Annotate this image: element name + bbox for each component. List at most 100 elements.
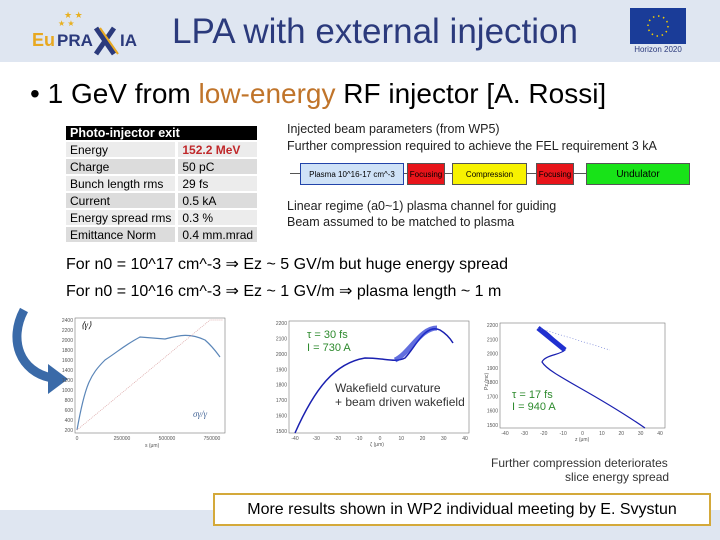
table-row: Current 0.5 kA — [66, 193, 258, 208]
row-value: 0.5 kA — [175, 193, 258, 208]
tick-label: -40 — [501, 431, 508, 437]
tick-label: 800 — [65, 398, 74, 404]
tick-label: 2200 — [487, 323, 498, 329]
tick-label: -30 — [521, 431, 528, 437]
svg-text:IA: IA — [120, 31, 137, 50]
tick-label: 1900 — [276, 367, 287, 373]
tick-label: 250000 — [114, 436, 131, 442]
row-label: Current — [66, 193, 176, 208]
note-line: Linear regime (a0~1) plasma channel for … — [287, 199, 557, 213]
row-label: Emittance Norm — [66, 227, 176, 242]
y2-axis-label: σγ/γ — [193, 409, 207, 419]
table-title: Photo-injector exit — [66, 126, 258, 140]
current-label: I = 940 A — [512, 401, 556, 413]
tick-label: 600 — [65, 408, 74, 414]
result-line: For n0 = 10^17 cm^-3 ⇒ Ez ~ 5 GV/m but h… — [66, 256, 508, 273]
tick-label: 500000 — [159, 436, 176, 442]
table-row: Energy spread rms 0.3 % — [66, 210, 258, 225]
tick-label: 2100 — [276, 336, 287, 342]
tick-label: 2000 — [487, 352, 498, 358]
row-label: Charge — [66, 159, 176, 174]
tick-label: 2000 — [62, 338, 73, 344]
horizon-label: Horizon 2020 — [634, 45, 682, 54]
tau-label: τ = 17 fs — [512, 389, 553, 401]
tick-label: 200 — [65, 428, 74, 434]
tick-label: 1600 — [276, 414, 287, 420]
focusing-box: Focusing — [536, 163, 574, 185]
tick-label: 40 — [462, 436, 468, 442]
bullet-text-end: RF injector [A. Rossi] — [335, 78, 607, 109]
svg-text:Eu: Eu — [32, 30, 55, 50]
tick-label: 1600 — [62, 358, 73, 364]
phase-space-plot-17fs: 22002100200019001800170016001500-40 -30 -2… — [484, 322, 666, 443]
bullet-mark: • — [30, 78, 40, 109]
result-line: For n0 = 10^16 cm^-3 ⇒ Ez ~ 1 GV/m ⇒ pla… — [66, 283, 502, 300]
row-value: 0.4 mm.mrad — [175, 227, 258, 242]
note-line: Beam assumed to be matched to plasma — [287, 215, 515, 229]
row-label: Energy — [66, 142, 176, 157]
injector-table: Photo-injector exit Energy 152.2 MeV Char… — [66, 124, 258, 244]
tick-label: 2200 — [62, 328, 73, 334]
tick-label: -20 — [540, 431, 547, 437]
row-value: 29 fs — [175, 176, 258, 191]
tick-label: 10 — [599, 431, 605, 437]
tick-label: 400 — [65, 418, 74, 424]
row-label: Energy spread rms — [66, 210, 176, 225]
row-value: 0.3 % — [175, 210, 258, 225]
x-axis-label: z (μm) — [575, 437, 590, 443]
tick-label: 1800 — [62, 348, 73, 354]
tick-label: 1900 — [487, 366, 498, 372]
tick-label: 10 — [398, 436, 404, 442]
row-value: 50 pC — [175, 159, 258, 174]
current-label: I = 730 A — [307, 342, 351, 354]
focusing-box: Focusing — [407, 163, 445, 185]
main-bullet: • 1 GeV from low-energy RF injector [A. … — [30, 78, 606, 110]
page-title: LPA with external injection — [172, 12, 578, 51]
tick-label: 2200 — [276, 321, 287, 327]
tau-label: τ = 30 fs — [307, 329, 348, 341]
table-row: Bunch length rms 29 fs — [66, 176, 258, 191]
bullet-text: 1 GeV from — [47, 78, 199, 109]
tick-label: 20 — [618, 431, 624, 437]
energy-evolution-plot: 2400 2200 2000 1800 1600 1400 1200 1000 800 600 40… — [62, 317, 226, 449]
plot-caption: Further compression deteriorates — [491, 456, 668, 470]
compression-box: Compression — [452, 163, 527, 185]
tick-label: 1500 — [276, 429, 287, 435]
svg-text:PRA: PRA — [57, 31, 93, 50]
plot-caption: + beam driven wakefield — [335, 395, 465, 409]
y-axis-label: Pz (mc) — [484, 372, 490, 390]
tick-label: 30 — [638, 431, 644, 437]
tick-label: -40 — [291, 436, 298, 442]
tick-label: -10 — [355, 436, 362, 442]
tick-label: 2000 — [276, 352, 287, 358]
undulator-box: Undulator — [586, 163, 690, 185]
eupraxia-logo: ★ ★ ★ ★ Eu PRA IA — [30, 8, 155, 56]
table-row: Charge 50 pC — [66, 159, 258, 174]
plot-caption: Wakefield curvature — [335, 381, 441, 395]
plot-caption: slice energy spread — [565, 470, 670, 484]
x-axis-label: ζ (μm) — [370, 442, 384, 448]
note-line: Injected beam parameters (from WP5) — [287, 122, 500, 136]
plasma-box: Plasma 10^16-17 cm^-3 — [300, 163, 404, 185]
tick-label: 1600 — [487, 409, 498, 415]
tick-label: 2100 — [487, 337, 498, 343]
eu-flag-icon — [630, 8, 686, 44]
tick-label: 40 — [657, 431, 663, 437]
tick-label: -20 — [334, 436, 341, 442]
table-row: Energy 152.2 MeV — [66, 142, 258, 157]
tick-label: 1200 — [62, 378, 73, 384]
tick-label: 1700 — [487, 394, 498, 400]
x-axis-label: s (μm) — [145, 443, 160, 449]
tick-label: -30 — [313, 436, 320, 442]
tick-label: 1800 — [276, 383, 287, 389]
beamline-diagram: Plasma 10^16-17 cm^-3 Focusing Compressi… — [290, 160, 695, 188]
row-value: 152.2 MeV — [175, 142, 258, 157]
tick-label: 0 — [76, 436, 79, 442]
y-axis-label: ⟨γ⟩ — [81, 320, 92, 330]
eu-horizon-logo: Horizon 2020 — [630, 8, 686, 58]
note-line: Further compression required to achieve … — [287, 139, 657, 153]
tick-label: 1500 — [487, 423, 498, 429]
tick-label: -10 — [560, 431, 567, 437]
row-label: Bunch length rms — [66, 176, 176, 191]
tick-label: 750000 — [204, 436, 221, 442]
